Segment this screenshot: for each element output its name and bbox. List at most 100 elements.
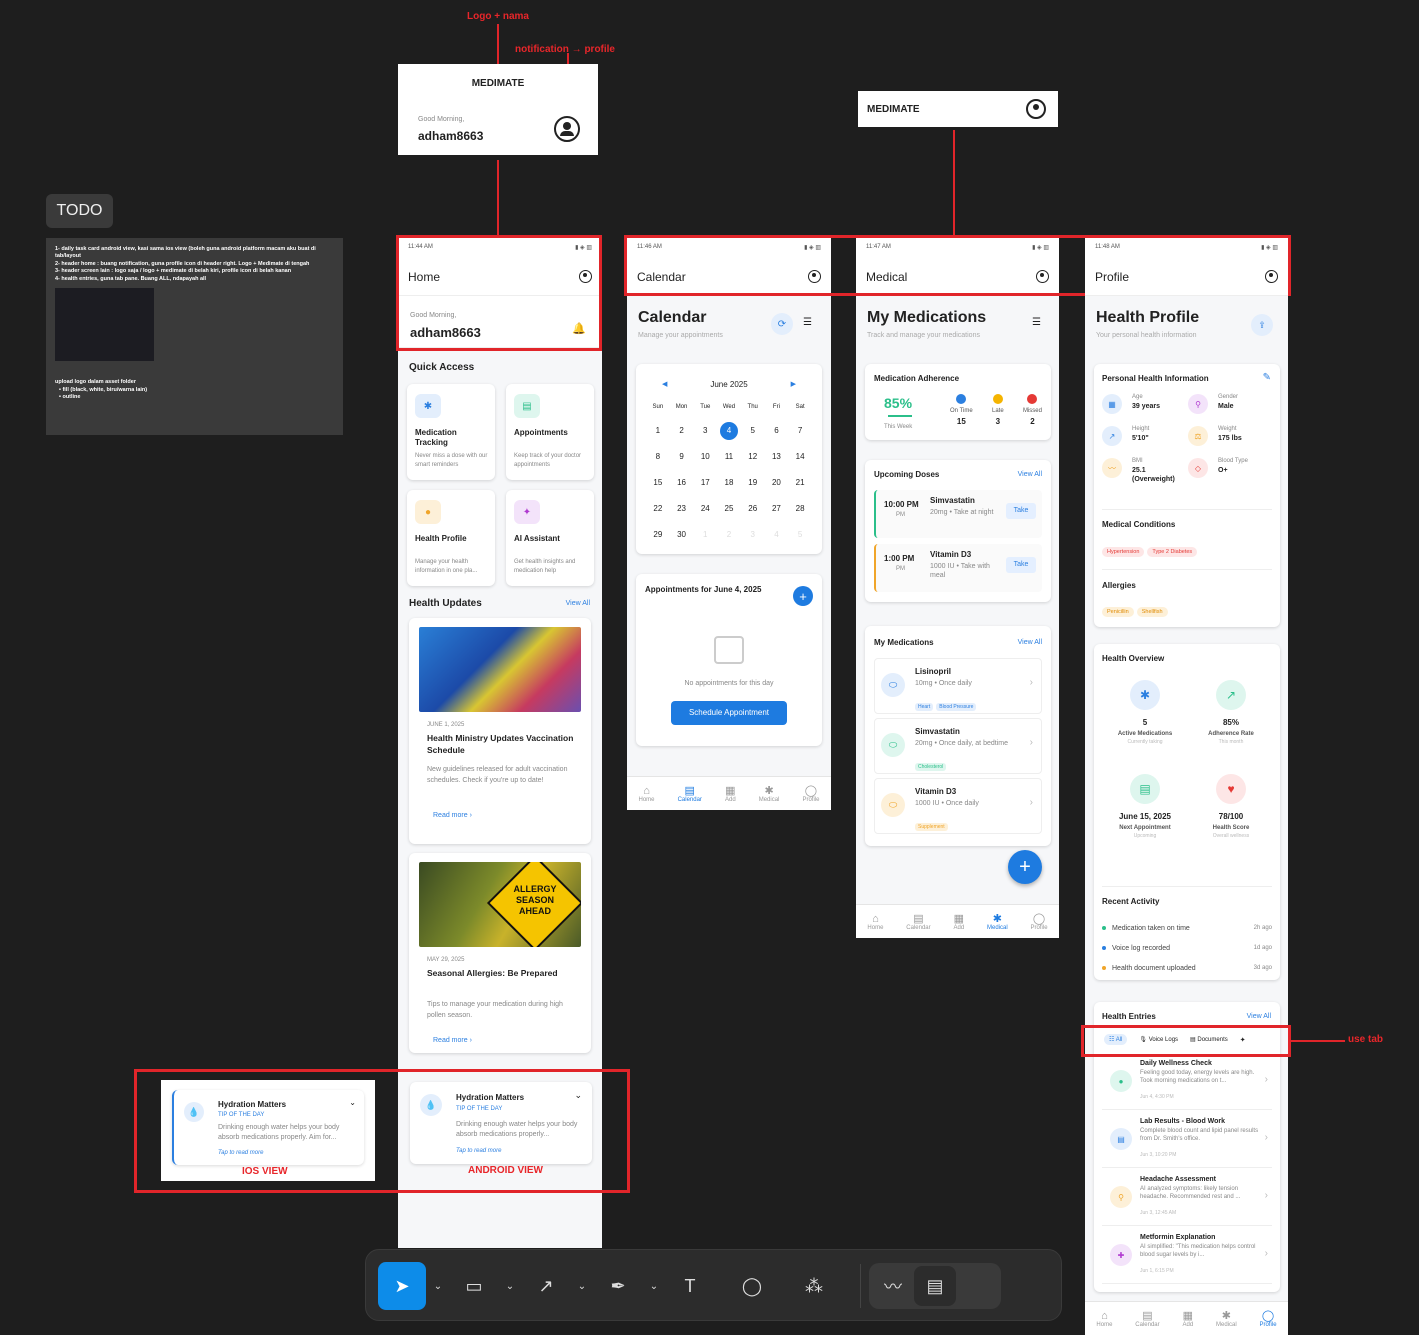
refresh-icon[interactable]: ⟳ xyxy=(771,313,793,335)
calendar-day[interactable]: 26 xyxy=(741,500,765,526)
export-icon[interactable]: ⇪ xyxy=(1251,314,1273,336)
schedule-button[interactable]: Schedule Appointment xyxy=(671,701,787,725)
calendar-day[interactable]: 11 xyxy=(717,448,741,474)
profile-icon[interactable] xyxy=(1026,99,1046,119)
profile-icon[interactable] xyxy=(554,116,580,142)
chevron-right-icon[interactable]: ▶ xyxy=(791,380,796,388)
nav-item-calendar[interactable]: ▤ Calendar xyxy=(906,912,930,931)
add-button[interactable]: + xyxy=(793,586,813,606)
nav-item-add[interactable]: ▦ Add xyxy=(1182,1309,1193,1328)
nav-item-calendar[interactable]: ▤ Calendar xyxy=(1135,1309,1159,1328)
chevron-down-icon[interactable]: ⌄ xyxy=(498,1281,522,1292)
calendar-day[interactable]: 12 xyxy=(741,448,765,474)
medication-item[interactable]: ⬭ Vitamin D3 1000 IU • Once daily Supplemen… xyxy=(874,778,1042,834)
nav-item-medical[interactable]: ✱ Medical xyxy=(1216,1309,1237,1328)
nav-item-home[interactable]: ⌂ Home xyxy=(1096,1310,1112,1328)
read-more-link[interactable]: Read more › xyxy=(433,812,472,819)
calendar-day[interactable]: 23 xyxy=(670,500,694,526)
shapes-tool[interactable]: ⁂ xyxy=(790,1262,838,1310)
profile-icon[interactable] xyxy=(1265,270,1278,283)
nav-item-profile[interactable]: ◯ Profile xyxy=(1260,1309,1277,1328)
calendar-day[interactable]: 1 xyxy=(693,526,717,552)
code-tool[interactable] xyxy=(956,1266,998,1306)
filter-icon[interactable]: ☰ xyxy=(1032,317,1041,328)
entry-item[interactable]: ● Daily Wellness Check Feeling good today,… xyxy=(1102,1056,1272,1110)
edit-icon[interactable]: ✎ xyxy=(1263,372,1271,383)
view-all-link[interactable]: View All xyxy=(1018,639,1042,646)
calendar-day[interactable]: 27 xyxy=(765,500,789,526)
read-more-link[interactable]: Read more › xyxy=(433,1037,472,1044)
quick-access-card[interactable]: ▤ Appointments Keep track of your doctor a… xyxy=(506,384,594,480)
draw-tool[interactable]: 〰 xyxy=(872,1266,914,1306)
medication-item[interactable]: ⬭ Simvastatin 20mg • Once daily, at bedtim… xyxy=(874,718,1042,774)
arrow-tool[interactable]: ↗ xyxy=(522,1262,570,1310)
calendar-day[interactable]: 10 xyxy=(693,448,717,474)
calendar-day[interactable]: 19 xyxy=(741,474,765,500)
medication-item[interactable]: ⬭ Lisinopril 10mg • Once daily Heart Blood P… xyxy=(874,658,1042,714)
nav-item-home[interactable]: ⌂ Home xyxy=(639,785,655,803)
chevron-down-icon[interactable]: ⌄ xyxy=(570,1281,594,1292)
calendar-day[interactable]: 22 xyxy=(646,500,670,526)
nav-item-profile[interactable]: ◯ Profile xyxy=(802,784,819,803)
calendar-day[interactable]: 20 xyxy=(765,474,789,500)
view-all-link[interactable]: View All xyxy=(566,600,590,607)
calendar-day[interactable]: 9 xyxy=(670,448,694,474)
text-tool[interactable]: T xyxy=(666,1262,714,1310)
quick-access-card[interactable]: ● Health Profile Manage your health inform… xyxy=(407,490,495,586)
take-button[interactable]: Take xyxy=(1006,503,1036,519)
comment-tool[interactable]: ◯ xyxy=(728,1262,776,1310)
dev-mode-tool[interactable]: ▤ xyxy=(914,1266,956,1306)
news-card[interactable]: ALLERGY SEASON AHEAD MAY 29, 2025 Season… xyxy=(409,853,591,1053)
calendar-day[interactable]: 4 xyxy=(765,526,789,552)
calendar-day[interactable]: 6 xyxy=(765,422,789,448)
nav-item-home[interactable]: ⌂ Home xyxy=(867,913,883,931)
calendar-day[interactable]: 1 xyxy=(646,422,670,448)
calendar-day[interactable]: 14 xyxy=(788,448,812,474)
nav-item-medical[interactable]: ✱ Medical xyxy=(759,784,780,803)
calendar-day[interactable]: 8 xyxy=(646,448,670,474)
calendar-day[interactable]: 3 xyxy=(693,422,717,448)
filter-icon[interactable]: ☰ xyxy=(803,317,812,328)
quick-access-card[interactable]: ✦ AI Assistant Get health insights and med… xyxy=(506,490,594,586)
calendar-day[interactable]: 30 xyxy=(670,526,694,552)
calendar-day[interactable]: 28 xyxy=(788,500,812,526)
chevron-down-icon[interactable]: ⌄ xyxy=(642,1281,666,1292)
calendar-day[interactable]: 5 xyxy=(741,422,765,448)
nav-item-add[interactable]: ▦ Add xyxy=(953,912,964,931)
calendar-day[interactable]: 4 xyxy=(717,422,741,448)
calendar-day[interactable]: 5 xyxy=(788,526,812,552)
dose-item[interactable]: 1:00 PM PM Vitamin D3 1000 IU • Take with m… xyxy=(874,544,1042,592)
nav-item-profile[interactable]: ◯ Profile xyxy=(1031,912,1048,931)
calendar-day[interactable]: 7 xyxy=(788,422,812,448)
nav-item-medical[interactable]: ✱ Medical xyxy=(987,912,1008,931)
calendar-day[interactable]: 18 xyxy=(717,474,741,500)
calendar-day[interactable]: 2 xyxy=(717,526,741,552)
calendar-day[interactable]: 15 xyxy=(646,474,670,500)
calendar-day[interactable]: 16 xyxy=(670,474,694,500)
calendar-day[interactable]: 13 xyxy=(765,448,789,474)
dose-item[interactable]: 10:00 PM PM Simvastatin 20mg • Take at nigh… xyxy=(874,490,1042,538)
chevron-down-icon[interactable]: ⌄ xyxy=(426,1281,450,1292)
news-card[interactable]: JUNE 1, 2025 Health Ministry Updates Vac… xyxy=(409,618,591,844)
nav-item-calendar[interactable]: ▤ Calendar xyxy=(678,784,702,803)
take-button[interactable]: Take xyxy=(1006,557,1036,573)
frame-tool[interactable]: ▭ xyxy=(450,1262,498,1310)
calendar-day[interactable]: 3 xyxy=(741,526,765,552)
view-all-link[interactable]: View All xyxy=(1018,471,1042,478)
calendar-day[interactable]: 29 xyxy=(646,526,670,552)
view-all-link[interactable]: View All xyxy=(1247,1013,1271,1020)
calendar-day[interactable]: 2 xyxy=(670,422,694,448)
pen-tool[interactable]: ✒ xyxy=(594,1262,642,1310)
calendar-day[interactable]: 25 xyxy=(717,500,741,526)
entry-item[interactable]: ⚲ Headache Assessment AI analyzed symptoms… xyxy=(1102,1172,1272,1226)
calendar-day[interactable]: 24 xyxy=(693,500,717,526)
move-tool[interactable]: ➤ xyxy=(378,1262,426,1310)
quick-access-card[interactable]: ✱ Medication Tracking Never miss a dose wi… xyxy=(407,384,495,480)
nav-item-add[interactable]: ▦ Add xyxy=(725,784,736,803)
calendar-day[interactable]: 17 xyxy=(693,474,717,500)
entry-item[interactable]: ▤ Lab Results - Blood Work Complete blood … xyxy=(1102,1114,1272,1168)
info-field: ▦ Age 39 years xyxy=(1102,394,1188,426)
add-medication-button[interactable]: + xyxy=(1008,850,1042,884)
entry-item[interactable]: ✚ Metformin Explanation AI simplified: "Th… xyxy=(1102,1230,1272,1284)
calendar-day[interactable]: 21 xyxy=(788,474,812,500)
